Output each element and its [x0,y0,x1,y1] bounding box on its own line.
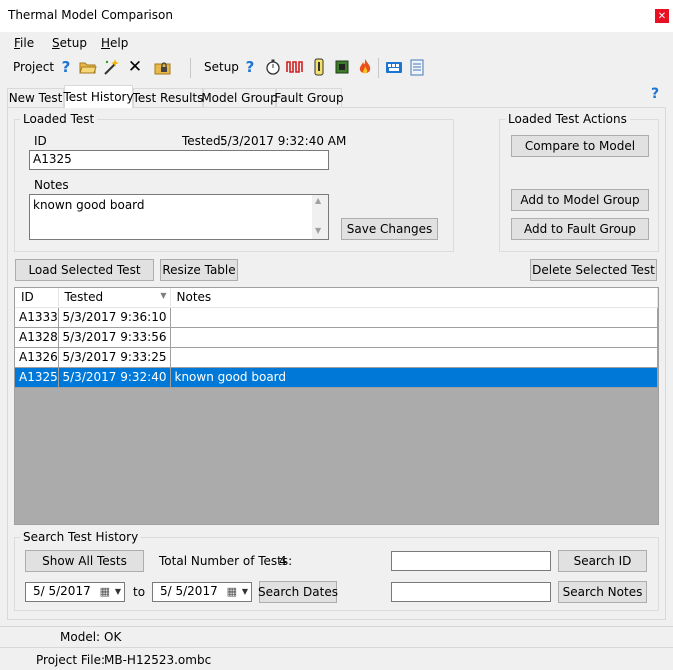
tab-new-test[interactable]: New Test [7,88,64,107]
keyboard-icon[interactable] [385,58,403,76]
lock-folder-icon[interactable] [154,58,172,76]
compare-to-model-button[interactable]: Compare to Model [511,135,649,157]
tab-help-icon[interactable]: ? [651,86,659,102]
search-test-history-title: Search Test History [20,530,142,544]
flame-icon[interactable] [356,58,374,76]
project-file-value: MB-H12523.ombc [104,653,212,667]
test-history-grid[interactable]: ID Tested ▼ Notes A1333 5/3/2017 9:36:10 … [14,287,659,525]
toolbar-setup-label: Setup [204,60,239,74]
date-to-picker[interactable]: 5/ 5/2017 ▦ ▼ [152,582,252,602]
menu-file[interactable]: File [14,36,34,50]
total-tests-label: Total Number of Tests: [159,554,293,568]
chip-icon[interactable] [333,58,351,76]
table-row[interactable]: A1326 5/3/2017 9:33:25 AM [15,347,658,368]
cell-id[interactable]: A1328 [15,327,59,348]
column-header-tested[interactable]: Tested ▼ [58,288,171,308]
date-to-value: 5/ 5/2017 [160,584,218,598]
notes-label: Notes [34,178,69,192]
resize-table-button[interactable]: Resize Table [160,259,238,281]
help-icon[interactable]: ? [57,58,75,76]
delete-selected-test-button[interactable]: Delete Selected Test [530,259,657,281]
notes-textarea[interactable]: known good board ▲ ▼ [29,194,329,240]
menu-bar: File Setup Help [0,33,673,53]
add-to-model-group-button[interactable]: Add to Model Group [511,189,649,211]
add-to-fault-group-button[interactable]: Add to Fault Group [511,218,649,240]
test-history-table: ID Tested ▼ Notes A1333 5/3/2017 9:36:10 … [15,288,658,388]
search-dates-button[interactable]: Search Dates [258,581,338,603]
tested-label: Tested: [182,134,225,148]
chevron-down-icon[interactable]: ▼ [242,587,248,596]
search-notes-input[interactable] [391,582,551,602]
window-title: Thermal Model Comparison [8,8,173,22]
status-divider-2 [0,647,673,648]
calendar-icon[interactable]: ▦ [100,585,110,598]
cell-tested[interactable]: 5/3/2017 9:36:10 AM [58,307,171,328]
tab-test-history[interactable]: Test History [63,85,134,108]
calendar-icon[interactable]: ▦ [227,585,237,598]
cell-tested[interactable]: 5/3/2017 9:32:40 AM [58,367,171,388]
cell-notes[interactable] [170,307,658,328]
search-notes-button[interactable]: Search Notes [558,581,647,603]
setup-help-icon[interactable]: ? [241,58,259,76]
scroll-down-icon[interactable]: ▼ [315,226,321,235]
tested-value: 5/3/2017 9:32:40 AM [220,134,347,148]
search-id-button[interactable]: Search ID [558,550,647,572]
scroll-up-icon[interactable]: ▲ [315,196,321,205]
notes-scrollbar[interactable]: ▲ ▼ [312,195,328,239]
close-button[interactable]: ✕ [655,9,669,23]
table-header: ID Tested ▼ Notes [15,288,658,308]
cell-id[interactable]: A1325 [15,367,59,388]
date-from-picker[interactable]: 5/ 5/2017 ▦ ▼ [25,582,125,602]
cell-tested[interactable]: 5/3/2017 9:33:56 AM [58,327,171,348]
load-selected-test-button[interactable]: Load Selected Test [15,259,154,281]
table-row[interactable]: A1333 5/3/2017 9:36:10 AM [15,307,658,328]
notes-text: known good board [33,198,145,212]
waveform-icon[interactable] [286,58,304,76]
save-changes-button[interactable]: Save Changes [341,218,438,240]
cell-notes[interactable] [170,347,658,368]
stopwatch-icon[interactable] [264,58,282,76]
close-icon: ✕ [657,10,667,22]
model-status-value: OK [104,630,122,644]
table-row[interactable]: A1328 5/3/2017 9:33:56 AM [15,327,658,348]
project-file-label: Project File: [36,653,105,667]
toolbar-project-label: Project [13,60,55,74]
magic-wand-icon[interactable] [102,58,120,76]
cell-notes[interactable]: known good board [170,367,658,388]
cell-id[interactable]: A1326 [15,347,59,368]
tab-fault-group[interactable]: Fault Group [274,88,344,107]
total-tests-value: 4 [279,554,287,568]
loaded-test-actions-title: Loaded Test Actions [505,112,630,126]
delete-x-icon[interactable]: ✕ [126,58,144,76]
status-divider [0,626,673,627]
tab-model-group[interactable]: Model Group [201,88,278,107]
title-bar: Thermal Model Comparison ✕ [0,0,673,32]
toolbar-separator-2 [378,58,379,78]
sort-descending-icon: ▼ [160,291,167,300]
column-header-id[interactable]: ID [15,288,59,308]
column-header-notes[interactable]: Notes [170,288,658,308]
toolbar-separator [190,58,191,78]
table-row-selected[interactable]: A1325 5/3/2017 9:32:40 AM known good boa… [15,367,658,388]
menu-setup[interactable]: Setup [52,36,87,50]
cell-notes[interactable] [170,327,658,348]
thermometer-icon[interactable] [310,58,328,76]
model-status-label: Model: [60,630,101,644]
open-folder-icon[interactable] [79,58,97,76]
id-label: ID [34,134,47,148]
show-all-tests-button[interactable]: Show All Tests [25,550,144,572]
date-from-value: 5/ 5/2017 [33,584,91,598]
chevron-down-icon[interactable]: ▼ [115,587,121,596]
tab-test-results[interactable]: Test Results [133,88,203,107]
cell-id[interactable]: A1333 [15,307,59,328]
search-id-input[interactable] [391,551,551,571]
menu-help[interactable]: Help [101,36,128,50]
cell-tested[interactable]: 5/3/2017 9:33:25 AM [58,347,171,368]
id-input[interactable]: A1325 [29,150,329,170]
notepad-icon[interactable] [408,58,426,76]
column-header-tested-label: Tested [64,290,104,305]
to-label: to [133,585,146,599]
loaded-test-title: Loaded Test [20,112,98,126]
